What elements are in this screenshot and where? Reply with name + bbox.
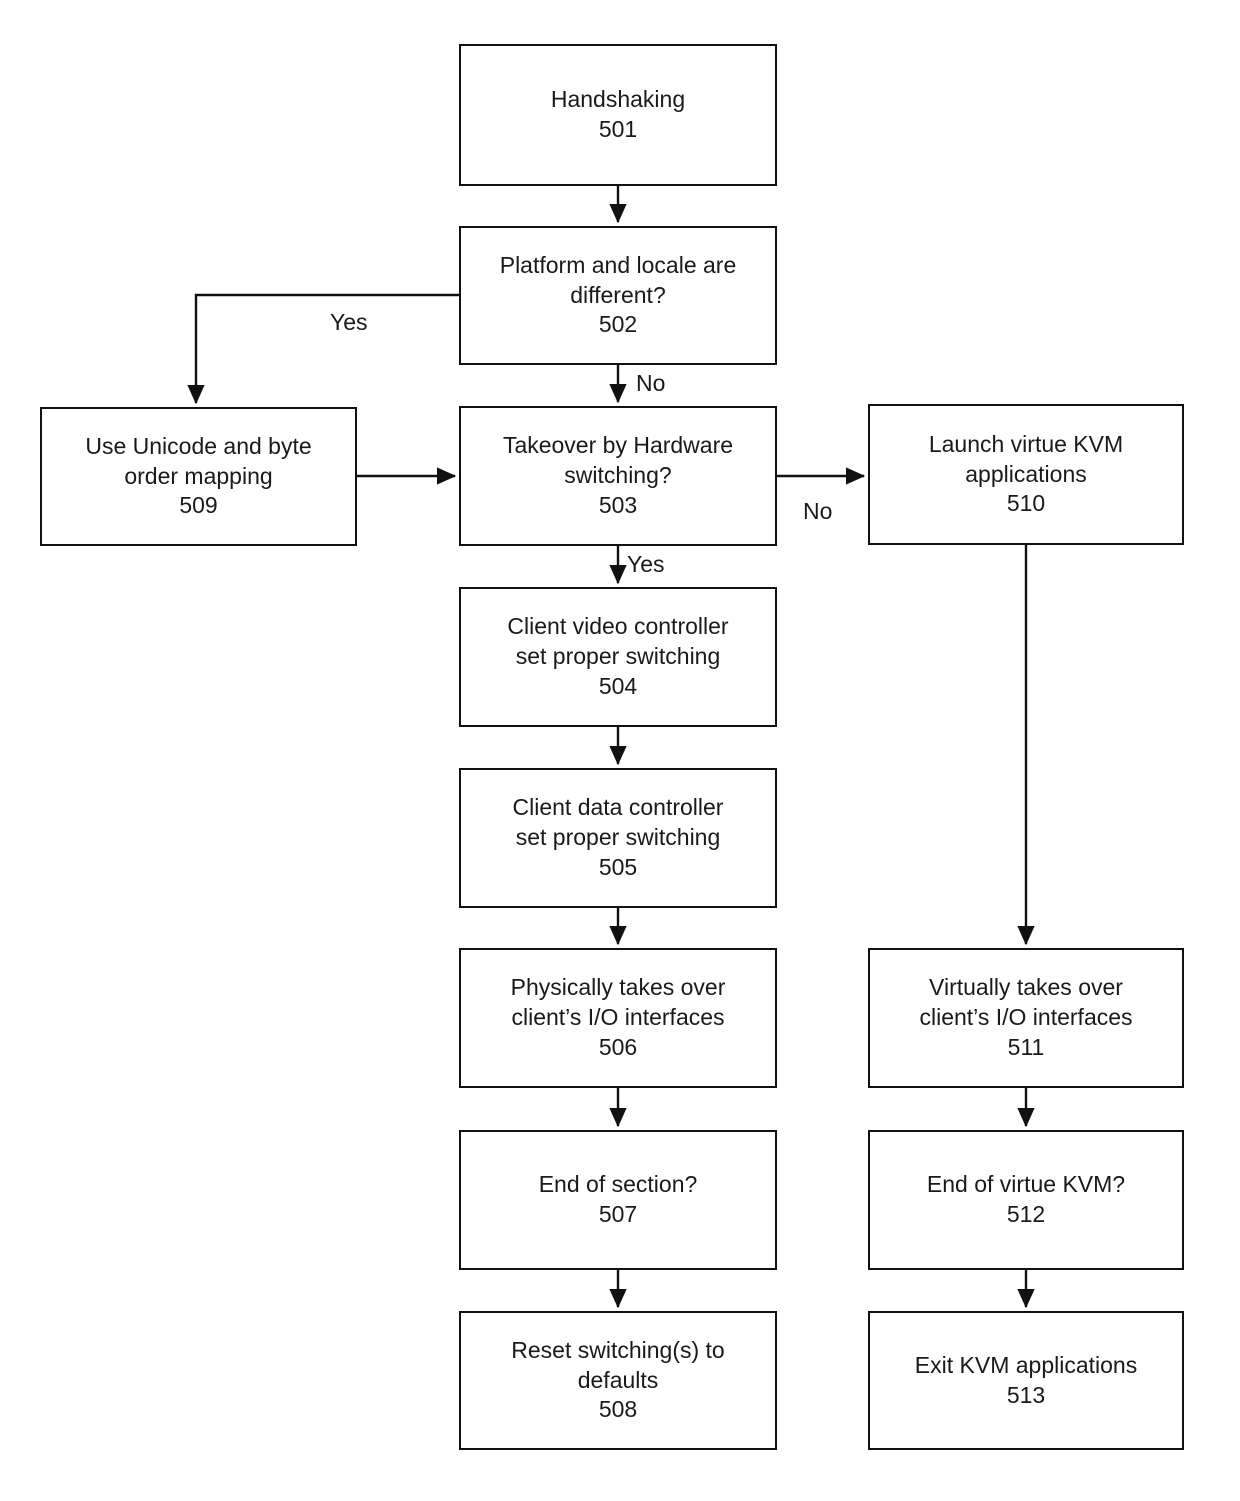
node-text-line: set proper switching xyxy=(515,824,721,851)
node-text-line: 509 xyxy=(179,492,218,519)
node-text-line: Takeover by Hardware xyxy=(502,432,734,459)
node-text-line: 508 xyxy=(598,1396,638,1423)
node-text-line: 502 xyxy=(598,311,638,338)
node-text-line: Virtually takes over xyxy=(929,974,1123,1001)
node-text-line: Exit KVM applications xyxy=(914,1351,1138,1378)
node-text-line: set proper switching xyxy=(515,643,721,670)
node-text-line: 506 xyxy=(598,1033,638,1060)
node-text-line: Handshaking xyxy=(550,86,686,113)
node-text-line: Client data controller xyxy=(512,794,724,821)
node-text-line: Launch virtue KVM xyxy=(928,430,1124,457)
node-platform-locale-different-502[interactable]: Platform and locale are different? 502 xyxy=(459,226,777,365)
node-text-line: 504 xyxy=(598,672,638,699)
node-reset-switchings-to-defaults-508[interactable]: Reset switching(s) to defaults 508 xyxy=(459,1311,777,1450)
node-exit-kvm-applications-513[interactable]: Exit KVM applications 513 xyxy=(868,1311,1184,1450)
node-client-video-controller-504[interactable]: Client video controller set proper switch… xyxy=(459,587,777,727)
node-text-line: 507 xyxy=(598,1201,638,1227)
node-text-line: 511 xyxy=(1007,1033,1045,1060)
node-handshaking-501[interactable]: Handshaking 501 xyxy=(459,44,777,186)
node-text-line: different? xyxy=(570,281,666,308)
node-text-line: client’s I/O interfaces xyxy=(511,1004,725,1031)
edge-label-no-503-510: No xyxy=(803,498,833,524)
node-text-line: End of virtue KVM? xyxy=(926,1171,1126,1198)
node-text-line: applications xyxy=(965,460,1087,487)
node-text-line: Physically takes over xyxy=(510,974,726,1001)
node-text-line: order mapping xyxy=(124,462,273,489)
node-text-line: switching? xyxy=(564,462,672,489)
node-text-line: client’s I/O interfaces xyxy=(919,1004,1133,1031)
node-text-line: Use Unicode and byte xyxy=(85,432,312,459)
node-use-unicode-byte-order-mapping-509[interactable]: Use Unicode and byte order mapping 509 xyxy=(40,407,357,546)
node-physically-takes-over-506[interactable]: Physically takes over client’s I/O interf… xyxy=(459,948,777,1088)
edge-502-509-yes xyxy=(187,293,459,405)
node-text-line: Client video controller xyxy=(507,613,729,640)
node-text-line: 510 xyxy=(1006,490,1046,517)
node-text-line: End of section? xyxy=(538,1171,698,1198)
node-text-line: 503 xyxy=(598,491,638,518)
node-text-line: 513 xyxy=(1006,1381,1046,1408)
node-takeover-by-hardware-switching-503[interactable]: Takeover by Hardware switching? 503 xyxy=(459,406,777,546)
edge-label-yes-502-509: Yes xyxy=(330,309,368,335)
node-text-line: defaults xyxy=(577,1366,659,1393)
node-end-of-section-507[interactable]: End of section? 507 xyxy=(459,1130,777,1270)
edge-label-no-502-503: No xyxy=(636,370,666,396)
node-launch-virtue-kvm-applications-510[interactable]: Launch virtue KVM applications 510 xyxy=(868,404,1184,545)
node-virtually-takes-over-511[interactable]: Virtually takes over client’s I/O interfa… xyxy=(868,948,1184,1088)
node-text-line: Platform and locale are xyxy=(499,251,737,278)
node-text-line: 512 xyxy=(1006,1201,1046,1227)
node-text-line: 505 xyxy=(598,853,638,880)
node-text-line: 501 xyxy=(598,116,638,142)
node-text-line: Reset switching(s) to xyxy=(511,1336,725,1363)
node-end-of-virtue-kvm-512[interactable]: End of virtue KVM? 512 xyxy=(868,1130,1184,1270)
node-client-data-controller-505[interactable]: Client data controller set proper switchi… xyxy=(459,768,777,908)
edge-label-yes-503-504: Yes xyxy=(627,551,665,577)
flowchart-canvas: Handshaking 501 Platform and locale are di… xyxy=(0,0,1240,1501)
